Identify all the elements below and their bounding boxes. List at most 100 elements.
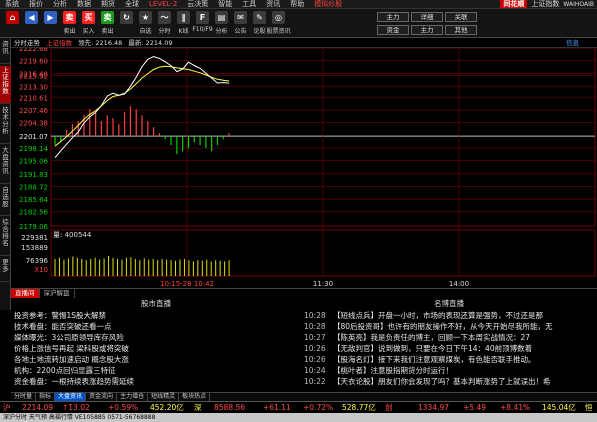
menu-item-2[interactable]: 分析 xyxy=(48,0,72,8)
right-news-item[interactable]: 【天衣论股】朋友们你会发现了吗？基本判断涨势了上就误出！希 xyxy=(333,376,595,387)
toolbar-button-9[interactable]: ‖ K线 xyxy=(175,9,192,35)
bottom-tab-6[interactable]: 板块热点 xyxy=(179,393,211,401)
left-news-item[interactable]: 价格上涨信号再起 梁科股或将突破 xyxy=(14,343,299,354)
hk-amount: 145.04亿 xyxy=(542,403,576,412)
y-tick-label: 2198.14 xyxy=(19,145,48,153)
toolbar-button-12[interactable]: ✉ 公告 xyxy=(232,9,249,35)
sz-amount: 528.77亿 xyxy=(342,403,376,412)
chart-info-button[interactable]: 信息 xyxy=(566,38,579,48)
left-news-item[interactable]: 媒体曝光：3公司原领导库存风险 xyxy=(14,332,299,343)
side-tab-1[interactable]: 上证指数 xyxy=(0,66,11,104)
news-tab-1[interactable]: 深沪解盘 xyxy=(40,289,75,298)
right-news-item[interactable]: 【桃叶者】注意股指期货分时运行！ xyxy=(333,365,595,376)
chart-name: 分时走势 xyxy=(14,39,40,47)
toolbar-button-2[interactable]: ▶ xyxy=(42,9,59,26)
right-news-time: 10:28 xyxy=(304,322,326,331)
time-label: 11:30 xyxy=(313,280,333,288)
toolbar-button-13[interactable]: ✎ 论股 xyxy=(251,9,268,35)
menu-item-10[interactable]: 资讯 xyxy=(261,0,285,8)
toolbar-button-11[interactable]: ▤ 分析 xyxy=(213,9,230,35)
toolbar-icon-5: 卖 xyxy=(101,11,114,24)
toolbar-label-10: F10/F9 xyxy=(192,26,213,33)
side-tab-2[interactable]: 技术分析 xyxy=(0,106,11,144)
menu-item-4[interactable]: 期货 xyxy=(96,0,120,8)
side-tab-0[interactable]: 资讯 xyxy=(0,40,11,64)
right-news-item[interactable]: 【股海名灯】接下来我们注意观察煤炭，有色能否联手推动。 xyxy=(333,354,595,365)
menu-item-11[interactable]: 帮助 xyxy=(285,0,309,8)
bottom-tab-3[interactable]: 资金流向 xyxy=(86,393,118,401)
sh-index[interactable]: 2214.09 xyxy=(22,402,53,413)
sh-label: 沪 xyxy=(3,403,11,412)
right-news-item[interactable]: 【短线点兵】开盘一小时，市场的表现还算是强势，不过还是那 xyxy=(333,310,595,321)
y-tick-label: 2182.56 xyxy=(19,209,48,217)
y-tick-label: 2215.92 xyxy=(19,73,48,81)
right-news-item[interactable]: 【陈英亮】我是负责任的博主，回顾一下本周实战情况：27 xyxy=(333,332,595,343)
menu-item-1[interactable]: 报价 xyxy=(24,0,48,8)
menu-item-simulated-trading[interactable]: 模拟炒股 xyxy=(309,0,347,8)
quick-button-5[interactable]: 其他 xyxy=(445,25,477,35)
chart-latest-label: 最新: 2214.09 xyxy=(128,39,173,47)
sh-pct: +0.59% xyxy=(108,403,139,412)
toolbar-button-7[interactable]: ★ 自选 xyxy=(137,9,154,35)
toolbar-icon-13: ✎ xyxy=(253,11,266,24)
news-tab-0[interactable]: 直播间 xyxy=(11,289,40,298)
bottom-tab-2[interactable]: 大盘资讯 xyxy=(55,393,87,401)
right-news-item[interactable]: 【无敌判官】说到做到，只要在今日下午14：40前顶博数着 xyxy=(333,343,595,354)
side-tab-6[interactable]: 更多 xyxy=(0,258,11,282)
menu-item-7[interactable]: 云决策 xyxy=(182,0,213,8)
toolbar-label-12: 公告 xyxy=(234,28,247,35)
toolbar-button-0[interactable]: ⌂ xyxy=(4,9,21,26)
toolbar-button-10[interactable]: F F10/F9 xyxy=(192,9,213,33)
volume-tick-label: 229381 xyxy=(21,234,48,242)
market-ticker: 沪 2214.09 ↑13.02 +0.59% 452.20亿 深 8588.5… xyxy=(0,401,597,413)
quick-button-0[interactable]: 主力 xyxy=(377,12,409,22)
side-tab-5[interactable]: 综合排名 xyxy=(0,218,11,256)
bottom-tab-bar: 分时量 指标 大盘资讯 资金流向 主力增仓 短线精灵 板块热点 xyxy=(11,392,597,401)
side-tab-3[interactable]: 大盘资讯 xyxy=(0,146,11,184)
toolbar-icon-9: ‖ xyxy=(177,11,190,24)
left-news-item[interactable]: 各地土地流转加速启动 概念股大涨 xyxy=(14,354,299,365)
toolbar: ⌂ ◀ ▶ 卖卖出买买入卖卖出 ↻ ★ 自选〜分时 ‖ K线 F F10/F9 ▤ 分析 ✉ 公告 ✎ 论股 ◎ 股… xyxy=(0,9,597,38)
toolbar-button-14[interactable]: ◎ 股票资讯 xyxy=(267,9,291,35)
bottom-tab-4[interactable]: 主力增仓 xyxy=(117,393,149,401)
time-cursor-label: 10:15-28 10:42 xyxy=(160,280,214,288)
quick-button-2[interactable]: 关联 xyxy=(445,12,477,22)
left-news-item[interactable]: 技术看盘：能否突破还看一点 xyxy=(14,321,299,332)
window-tag: WAIHOAIB xyxy=(563,0,594,8)
menu-item-9[interactable]: 工具 xyxy=(237,0,261,8)
price-line xyxy=(54,55,230,159)
quick-button-4[interactable]: 主力 xyxy=(411,25,443,35)
bottom-tab-1[interactable]: 指标 xyxy=(36,393,56,401)
menu-item-0[interactable]: 系统 xyxy=(0,0,24,8)
toolbar-button-3[interactable]: 卖卖出 xyxy=(61,9,78,35)
bottom-tab-0[interactable]: 分时量 xyxy=(11,393,37,401)
toolbar-label-8: 分时 xyxy=(158,28,171,35)
toolbar-button-8[interactable]: 〜分时 xyxy=(156,9,173,35)
left-news-item[interactable]: 资金看盘：一根持续表涨趋势需延续 xyxy=(14,376,299,387)
toolbar-button-6[interactable]: ↻ xyxy=(118,9,135,26)
menu-item-8[interactable]: 智能 xyxy=(213,0,237,8)
bottom-tab-5[interactable]: 短线精灵 xyxy=(148,393,180,401)
y-tick-label: 2185.64 xyxy=(19,196,48,204)
toolbar-button-1[interactable]: ◀ xyxy=(23,9,40,26)
sz-index[interactable]: 8588.56 xyxy=(214,402,245,413)
cy-index[interactable]: 1334.97 xyxy=(418,402,449,413)
cy-label: 创 xyxy=(385,403,393,412)
menu-item-6[interactable]: LEVEL-2 xyxy=(144,0,182,8)
quick-button-1[interactable]: 详细 xyxy=(411,12,443,22)
side-tab-4[interactable]: 自选股 xyxy=(0,186,11,216)
right-news-item[interactable]: 【80后投资哥】也许有的朋友操作不好，从今天开始尽我所能，无 xyxy=(333,321,595,332)
toolbar-icon-10: F xyxy=(196,11,209,24)
toolbar-label-9: K线 xyxy=(178,28,189,35)
toolbar-icon-11: ▤ xyxy=(215,11,228,24)
quick-button-3[interactable]: 资金 xyxy=(377,25,409,35)
toolbar-label-4: 买入 xyxy=(82,28,95,35)
window-title: 上证指数 xyxy=(531,0,560,8)
toolbar-button-4[interactable]: 买买入 xyxy=(80,9,97,35)
menu-item-5[interactable]: 全球 xyxy=(120,0,144,8)
menu-item-3[interactable]: 数据 xyxy=(72,0,96,8)
left-news-item[interactable]: 机构：2200点回归显露三特征 xyxy=(14,365,299,376)
left-news-item[interactable]: 投资参考：警惕1S股大解禁 xyxy=(14,310,299,321)
toolbar-button-5[interactable]: 卖卖出 xyxy=(99,9,116,35)
right-news-time: 10:28 xyxy=(304,311,326,320)
